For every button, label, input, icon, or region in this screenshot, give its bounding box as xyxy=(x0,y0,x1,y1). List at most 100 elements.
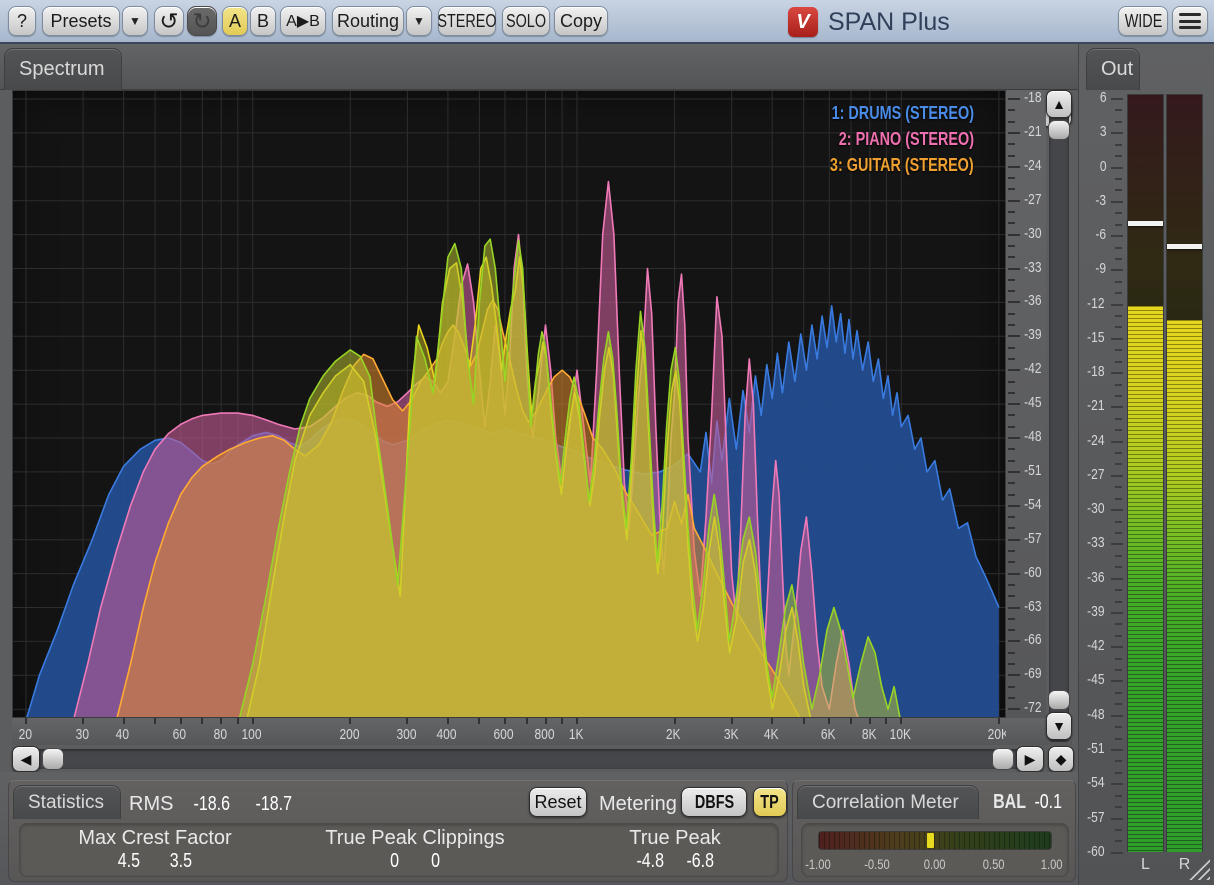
arrow-down-icon: ▼ xyxy=(1052,718,1066,734)
freq-tick xyxy=(771,718,773,724)
freq-tick xyxy=(828,718,830,724)
routing-dropdown-button[interactable]: ▼ xyxy=(406,6,432,36)
meter-tick-label: -21 xyxy=(1081,397,1107,414)
meter-tick xyxy=(1115,589,1122,591)
meter-tick xyxy=(1111,543,1123,545)
scroll-up-button[interactable]: ▲ xyxy=(1046,90,1072,118)
legend-item: 3: GUITAR (STEREO) xyxy=(794,152,974,178)
meter-tick xyxy=(1111,338,1123,340)
freq-tick xyxy=(406,718,408,724)
meter-tick xyxy=(1111,749,1123,751)
arrow-left-icon: ◀ xyxy=(21,751,32,768)
meter-tick-label: -18 xyxy=(1081,363,1107,380)
meter-tick xyxy=(1115,669,1122,671)
scroll-down-button[interactable]: ▼ xyxy=(1046,712,1072,740)
scroll-right-button[interactable]: ▶ xyxy=(1016,746,1044,772)
freq-tick xyxy=(237,718,239,724)
dbfs-button[interactable]: DBFS xyxy=(681,787,747,817)
tab-spectrum[interactable]: Spectrum xyxy=(4,48,122,90)
statistics-panel: Statistics RMS -18.6-18.7 Reset Metering… xyxy=(8,780,788,882)
meter-tick xyxy=(1115,258,1122,260)
meter-tick xyxy=(1115,829,1122,831)
vertical-zoom-scrollbar[interactable]: ▲ ▼ xyxy=(1046,90,1072,745)
menu-button[interactable] xyxy=(1172,6,1208,36)
freq-tick xyxy=(526,718,528,724)
meter-tick xyxy=(1115,772,1122,774)
freq-tick xyxy=(850,718,852,724)
stat-max-crest-factor: Max Crest Factor 4.53.5 xyxy=(40,827,270,873)
reset-zoom-button[interactable]: ◆ xyxy=(1048,746,1074,772)
presets-dropdown-button[interactable]: ▼ xyxy=(122,6,148,36)
arrow-up-icon: ▲ xyxy=(1052,96,1066,112)
db-tick-label: -54 xyxy=(1020,496,1044,513)
solo-button[interactable]: SOLO xyxy=(502,6,550,36)
freq-tick xyxy=(154,718,156,724)
v-scroll-track[interactable] xyxy=(1049,90,1069,742)
meter-tick-label: -6 xyxy=(1081,226,1107,243)
meter-tick xyxy=(1111,235,1123,237)
db-tick-label: -42 xyxy=(1020,360,1044,377)
redo-button[interactable]: ↻ xyxy=(187,6,217,36)
db-tick xyxy=(1008,98,1020,100)
db-tick xyxy=(1008,584,1015,586)
a-to-b-copy-button[interactable]: A▶B xyxy=(280,6,326,36)
freq-tick xyxy=(123,718,125,724)
freq-tick xyxy=(180,718,182,724)
meter-tick-label: 0 xyxy=(1081,158,1107,175)
meter-tick xyxy=(1115,178,1122,180)
db-tick xyxy=(1008,211,1015,213)
freq-tick xyxy=(674,718,676,724)
h-zoom-handle-left[interactable] xyxy=(42,748,64,770)
metering-label: Metering xyxy=(599,793,677,816)
tab-out[interactable]: Out xyxy=(1086,48,1140,90)
undo-button[interactable]: ↺ xyxy=(154,6,184,36)
meter-tick-label: -45 xyxy=(1081,671,1107,688)
db-tick-label: -39 xyxy=(1020,326,1044,343)
spectrum-display[interactable] xyxy=(12,90,1006,718)
db-tick-label: -48 xyxy=(1020,428,1044,445)
horizontal-zoom-scrollbar[interactable]: ◀ ▶ ◆ xyxy=(12,746,1072,772)
arrow-right-icon: ▶ xyxy=(1025,751,1036,768)
db-scale-ruler[interactable]: -18-21-24-27-30-33-36-39-42-45-48-51-54-… xyxy=(1006,90,1046,718)
meter-tick-label: -33 xyxy=(1081,534,1107,551)
meter-tick xyxy=(1115,326,1122,328)
db-tick xyxy=(1008,234,1020,236)
db-tick xyxy=(1008,686,1015,688)
v-zoom-handle-top[interactable] xyxy=(1048,120,1070,140)
wide-button[interactable]: WIDE xyxy=(1118,6,1168,36)
tab-correlation-meter[interactable]: Correlation Meter xyxy=(797,785,979,819)
db-tick xyxy=(1008,301,1020,303)
h-scroll-track[interactable] xyxy=(12,749,1038,769)
routing-button[interactable]: Routing xyxy=(332,6,404,36)
tab-statistics[interactable]: Statistics xyxy=(13,785,121,819)
db-tick xyxy=(1008,177,1015,179)
meter-tick xyxy=(1115,155,1122,157)
reset-button[interactable]: Reset xyxy=(529,787,587,817)
meter-tick-label: -9 xyxy=(1081,260,1107,277)
spectrum-canvas[interactable] xyxy=(13,91,1005,717)
true-peak-toggle-button[interactable]: TP xyxy=(753,787,787,817)
ab-state-a-button[interactable]: A xyxy=(222,6,248,36)
help-button[interactable]: ? xyxy=(8,6,36,36)
meter-tick xyxy=(1115,703,1122,705)
meter-tick xyxy=(1115,692,1122,694)
scroll-left-button[interactable]: ◀ xyxy=(12,746,40,772)
title-bar: ? Presets ▼ ↺ ↻ A B A▶B Routing ▼ STEREO… xyxy=(0,0,1214,44)
frequency-ruler[interactable]: 20304060801002003004006008001K2K3K4K6K8K… xyxy=(12,718,1006,745)
meter-tick-label: 6 xyxy=(1081,89,1107,106)
stereo-button[interactable]: STEREO xyxy=(438,6,496,36)
ab-state-b-button[interactable]: B xyxy=(250,6,276,36)
freq-tick-label: 3K xyxy=(711,726,751,743)
meter-tick xyxy=(1115,738,1122,740)
freq-tick-label: 4K xyxy=(751,726,791,743)
db-tick xyxy=(1008,324,1015,326)
meter-tick xyxy=(1115,429,1122,431)
freq-tick xyxy=(252,718,254,724)
chevron-down-icon: ▼ xyxy=(413,14,425,28)
meter-tick xyxy=(1115,806,1122,808)
h-zoom-handle-right[interactable] xyxy=(992,748,1014,770)
db-tick xyxy=(1008,674,1020,676)
copy-button[interactable]: Copy xyxy=(554,6,608,36)
presets-button[interactable]: Presets xyxy=(42,6,120,36)
v-zoom-handle-bottom[interactable] xyxy=(1048,690,1070,710)
